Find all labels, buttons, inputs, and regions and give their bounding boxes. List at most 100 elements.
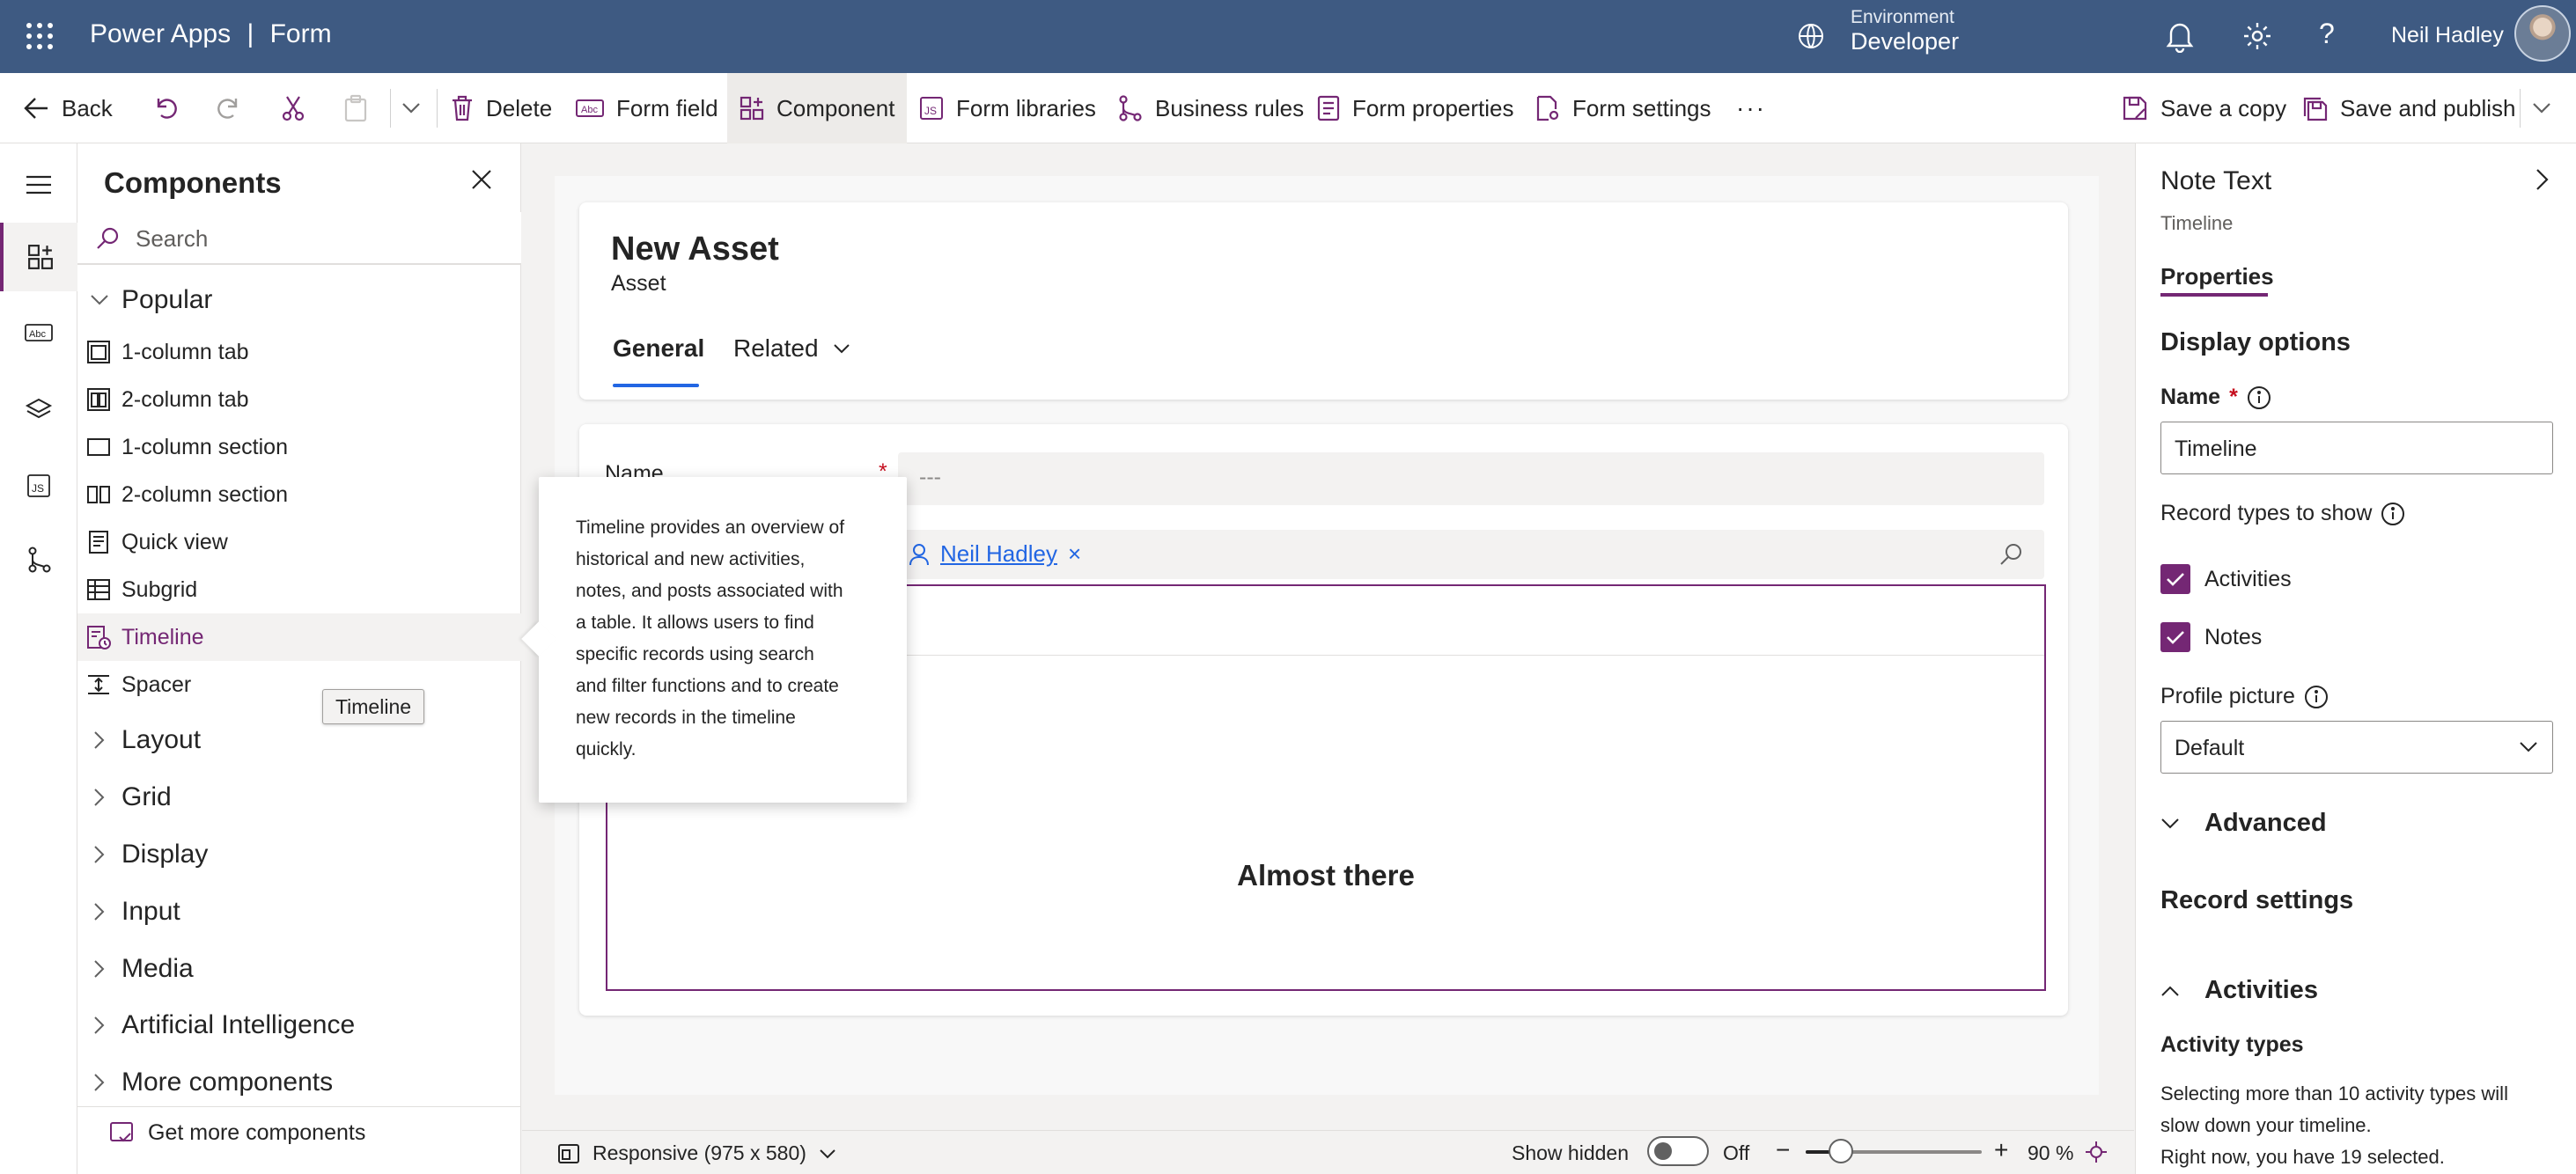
owner-chip[interactable]: Neil Hadley × xyxy=(909,540,1081,568)
delete-button[interactable]: Delete xyxy=(451,73,552,143)
settings-gear-icon[interactable] xyxy=(2241,19,2273,53)
form-libraries-label: Form libraries xyxy=(956,94,1096,121)
undo-button[interactable] xyxy=(151,73,178,143)
environment-icon[interactable] xyxy=(1796,21,1826,51)
business-rules-button[interactable]: Business rules xyxy=(1116,73,1304,143)
get-more-components-link[interactable]: Get more components xyxy=(109,1120,365,1146)
zoom-in-button[interactable]: + xyxy=(1994,1136,2008,1164)
zoom-slider[interactable] xyxy=(1806,1139,1982,1163)
component-item-1-column-section[interactable]: 1-column section xyxy=(77,423,521,471)
component-item-quick-view[interactable]: Quick view xyxy=(77,518,521,566)
chevron-right-icon xyxy=(94,846,105,863)
tab-properties[interactable]: Properties xyxy=(2160,263,2274,290)
save-copy-icon xyxy=(2123,96,2147,121)
zoom-out-button[interactable]: − xyxy=(1776,1136,1790,1164)
form-properties-icon xyxy=(1317,95,1340,121)
remove-owner-icon[interactable]: × xyxy=(1068,540,1081,568)
component-item-subgrid[interactable]: Subgrid xyxy=(77,566,521,613)
activities-checkbox-label: Activities xyxy=(2204,566,2292,591)
redo-icon xyxy=(217,99,238,119)
group-more-components[interactable]: More components xyxy=(77,1056,521,1109)
environment-label: Environment xyxy=(1851,7,1954,27)
get-more-label: Get more components xyxy=(148,1120,366,1145)
hamburger-menu-icon[interactable] xyxy=(0,150,77,219)
back-button[interactable]: Back xyxy=(23,73,113,143)
table-columns-rail-icon[interactable]: Abc xyxy=(0,298,77,367)
form-field-button[interactable]: Abc Form field xyxy=(576,73,718,143)
notifications-bell-icon[interactable] xyxy=(2164,19,2196,53)
cut-button[interactable] xyxy=(280,73,306,143)
fit-to-screen-icon[interactable] xyxy=(2084,1140,2109,1164)
group-input[interactable]: Input xyxy=(77,885,521,938)
owner-name[interactable]: Neil Hadley xyxy=(940,540,1057,568)
tab-general[interactable]: General xyxy=(613,334,704,363)
save-publish-icon xyxy=(2303,97,2328,121)
component-item-2-column-section[interactable]: 2-column section xyxy=(77,471,521,518)
tab-related[interactable]: Related xyxy=(733,334,850,363)
form-settings-icon xyxy=(1536,95,1559,121)
form-properties-label: Form properties xyxy=(1352,94,1514,121)
component-item-timeline[interactable]: Timeline xyxy=(77,613,521,661)
cut-icon xyxy=(282,96,305,121)
checkmark-icon xyxy=(2160,564,2190,594)
name-input[interactable]: --- xyxy=(898,452,2044,505)
more-commands-button[interactable]: ··· xyxy=(1736,73,1766,143)
save-copy-button[interactable]: Save a copy xyxy=(2122,73,2286,143)
group-display[interactable]: Display xyxy=(77,828,521,881)
info-icon[interactable] xyxy=(2247,385,2271,410)
paste-button[interactable] xyxy=(343,73,368,143)
components-search-input[interactable]: Search xyxy=(77,212,521,265)
component-item-label: 1-column tab xyxy=(121,339,249,364)
zoom-slider-thumb[interactable] xyxy=(1829,1139,1853,1163)
component-item-spacer[interactable]: Spacer xyxy=(77,661,521,708)
user-name[interactable]: Neil Hadley xyxy=(2391,23,2504,48)
collapse-pane-chevron-icon[interactable] xyxy=(2536,168,2550,191)
components-rail-icon[interactable] xyxy=(0,223,77,291)
group-grid[interactable]: Grid xyxy=(77,771,521,824)
chevron-down-icon xyxy=(402,103,420,114)
app-launcher-icon[interactable] xyxy=(25,21,55,51)
form-settings-button[interactable]: Form settings xyxy=(1535,73,1711,143)
business-rules-rail-icon[interactable] xyxy=(0,525,77,594)
form-libraries-rail-icon[interactable]: JS xyxy=(0,451,77,520)
more-clipboard-chevron[interactable] xyxy=(401,73,421,143)
svg-text:Abc: Abc xyxy=(581,105,598,115)
group-media[interactable]: Media xyxy=(77,943,521,995)
notes-checkbox[interactable]: Notes xyxy=(2160,622,2262,652)
component-button[interactable]: Component xyxy=(727,73,908,143)
user-avatar[interactable] xyxy=(2514,5,2571,62)
group-layout[interactable]: Layout xyxy=(77,714,521,767)
lookup-search-icon[interactable] xyxy=(1998,542,2023,567)
command-divider xyxy=(437,89,438,128)
save-options-chevron[interactable] xyxy=(2532,73,2551,143)
component-item-1-column-tab[interactable]: 1-column tab xyxy=(77,328,521,376)
command-divider xyxy=(2520,89,2521,128)
info-icon[interactable] xyxy=(2304,685,2329,709)
chevron-right-icon xyxy=(94,1074,105,1091)
tree-view-layers-icon[interactable] xyxy=(0,376,77,444)
help-icon[interactable]: ? xyxy=(2319,18,2335,50)
show-hidden-toggle[interactable] xyxy=(1647,1136,1709,1166)
form-properties-button[interactable]: Form properties xyxy=(1317,73,1514,143)
activities-section-toggle[interactable]: Activities xyxy=(2160,976,2318,1005)
environment-value[interactable]: Developer xyxy=(1851,28,1959,55)
redo-button[interactable] xyxy=(217,73,243,143)
group-label: Grid xyxy=(121,782,172,811)
component-item-2-column-tab[interactable]: 2-column tab xyxy=(77,376,521,423)
component-info-popover: Timeline provides an overview of histori… xyxy=(521,477,907,803)
name-property-input[interactable]: Timeline xyxy=(2160,422,2553,474)
save-publish-button[interactable]: Save and publish xyxy=(2301,73,2515,143)
one-column-section-icon xyxy=(87,438,110,456)
profile-picture-dropdown[interactable]: Default xyxy=(2160,721,2553,774)
activities-checkbox[interactable]: Activities xyxy=(2160,564,2292,594)
close-panel-icon[interactable] xyxy=(470,168,493,191)
advanced-section-toggle[interactable]: Advanced xyxy=(2160,809,2327,838)
responsive-size-selector[interactable]: Responsive (975 x 580) xyxy=(557,1141,836,1165)
owner-lookup-field[interactable]: Neil Hadley × xyxy=(898,530,2044,579)
info-icon[interactable] xyxy=(2381,502,2405,526)
form-libraries-button[interactable]: JS Form libraries xyxy=(919,73,1096,143)
properties-pane: Note Text Timeline Properties Display op… xyxy=(2135,143,2576,1174)
group-artificial-intelligence[interactable]: Artificial Intelligence xyxy=(77,999,521,1052)
component-item-label: 2-column tab xyxy=(121,386,249,412)
group-popular[interactable]: Popular xyxy=(77,274,521,327)
